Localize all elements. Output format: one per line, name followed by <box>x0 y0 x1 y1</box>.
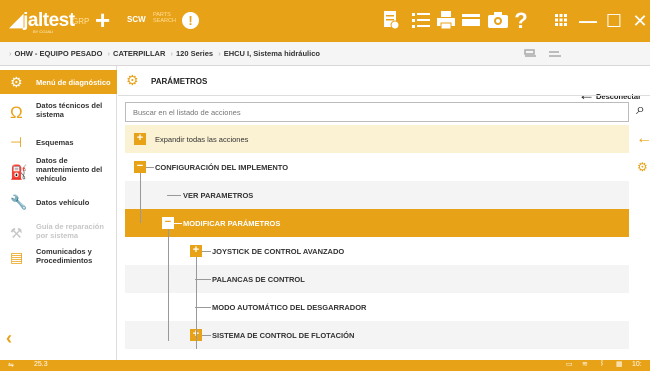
usb-icon: ⇋ <box>8 362 14 369</box>
breadcrumb: › OHW - EQUIPO PESADO › CATERPILLAR › 120 S… <box>9 49 320 58</box>
parameters-icon: ⚙ <box>126 72 139 88</box>
sidebar-item-bulletins[interactable]: ▤ Comunicados y Procedimientos <box>0 244 117 270</box>
main-panel: ⚙ PARÁMETROS ⌕ + Expandir todas las acci… <box>118 66 650 360</box>
sidebar-item-maintenance-data[interactable]: ⛽ Datos de mantenimiento del vehículo <box>0 154 117 188</box>
sidebar: ⚙ Menú de diagnóstico Ω Datos técnicos d… <box>0 66 117 360</box>
maximize-button[interactable]: ☐ <box>604 0 624 42</box>
add-icon[interactable]: + <box>95 6 110 34</box>
sidebar-item-repair-guide: ⚒ Guía de reparación por sistema <box>10 222 104 241</box>
parts-search-button[interactable]: PARTS SEARCH <box>153 12 176 24</box>
clock-label: 10: <box>632 361 642 368</box>
expand-all-row[interactable]: + Expandir todas las acciones <box>125 125 629 153</box>
scw-button[interactable]: SCW <box>127 15 146 24</box>
alert-icon[interactable]: ! <box>182 12 199 29</box>
battery-icon: ▭ <box>566 361 573 368</box>
documents-icon: ▤ <box>10 249 24 265</box>
breadcrumb-item[interactable]: 120 Series <box>176 49 213 58</box>
diagnosis-menu-icon: ⚙ <box>10 74 23 90</box>
tree-node-modo-automatico[interactable]: MODO AUTOMÁTICO DEL DESGARRADOR <box>125 293 629 321</box>
wrench-icon: 🔧 <box>10 194 28 210</box>
apps-icon[interactable] <box>555 14 567 26</box>
top-toolbar: ◢jaltest BY COJALI GRP + SCW PARTS SEARCH… <box>0 0 650 42</box>
tools-icon: ⚒ <box>10 225 23 241</box>
connection-icon[interactable] <box>547 46 563 62</box>
minimize-button[interactable]: — <box>578 0 598 42</box>
breadcrumb-bar: › OHW - EQUIPO PESADO › CATERPILLAR › 120 S… <box>0 42 650 108</box>
ohm-icon: Ω <box>10 103 23 122</box>
test-connection-icon[interactable] <box>523 46 539 62</box>
tree-node-configuracion[interactable]: − CONFIGURACIÓN DEL IMPLEMENTO <box>125 153 629 181</box>
sidebar-item-diagnosis-menu[interactable]: ⚙ Menú de diagnóstico <box>0 70 117 94</box>
oil-can-icon: ⛽ <box>10 164 28 180</box>
actions-tree: + Expandir todas las acciones − CONFIGUR… <box>125 125 629 360</box>
camera-icon[interactable] <box>488 10 508 30</box>
logo-subtitle: BY COJALI <box>33 29 54 34</box>
collapse-icon[interactable]: − <box>134 161 146 173</box>
tree-node-joystick[interactable]: + JOYSTICK DE CONTROL AVANZADO <box>125 237 629 265</box>
grp-label[interactable]: GRP <box>72 17 89 26</box>
back-chevron-icon[interactable]: ‹ <box>6 328 12 349</box>
close-button[interactable]: ✕ <box>630 0 650 42</box>
search-icon[interactable]: ⌕ <box>636 101 645 119</box>
search-input[interactable] <box>125 102 629 122</box>
calendar-icon: ▦ <box>616 361 623 368</box>
page-header: ⚙ PARÁMETROS <box>118 66 650 96</box>
tree-node-ver-parametros[interactable]: VER PARAMETROS <box>125 181 629 209</box>
sidebar-item-vehicle-data[interactable]: 🔧 Datos vehículo <box>0 190 117 214</box>
sidebar-item-technical-data[interactable]: Ω Datos técnicos del sistema <box>0 98 117 126</box>
print-icon[interactable] <box>437 10 455 30</box>
breadcrumb-item[interactable]: CATERPILLAR <box>113 49 165 58</box>
diagnosis-menu-icon[interactable]: ⚙ <box>637 160 648 174</box>
expand-icon[interactable]: + <box>190 245 202 257</box>
collapse-icon[interactable]: − <box>162 217 174 229</box>
tree-node-flotacion[interactable]: + SISTEMA DE CONTROL DE FLOTACIÓN <box>125 321 629 349</box>
bluetooth-icon: ᛒ <box>600 360 605 367</box>
wifi-icon: ≋ <box>582 361 588 368</box>
breadcrumb-item[interactable]: OHW - EQUIPO PESADO <box>15 49 103 58</box>
expand-icon[interactable]: + <box>134 133 146 145</box>
right-rail: ← ⚙ <box>632 125 650 360</box>
breadcrumb-item[interactable]: EHCU I, Sistema hidráulico <box>224 49 320 58</box>
tree-node-palancas[interactable]: PALANCAS DE CONTROL <box>125 265 629 293</box>
status-bar: ⇋ 25.3 ▭ ≋ ᛒ ▦ 10: <box>0 360 650 371</box>
list-icon[interactable] <box>412 10 430 30</box>
help-icon[interactable]: ? <box>510 0 532 42</box>
version-label: 25.3 <box>34 361 48 368</box>
report-icon[interactable] <box>383 10 399 30</box>
page-title: PARÁMETROS <box>151 77 208 86</box>
arrow-left-icon[interactable]: ← <box>636 130 650 148</box>
schema-icon: ⊣ <box>10 134 23 150</box>
tree-node-modificar-parametros[interactable]: − MODIFICAR PARÁMETROS <box>125 209 629 237</box>
card-icon[interactable] <box>462 10 480 30</box>
sidebar-item-schemas[interactable]: ⊣ Esquemas <box>0 130 117 154</box>
